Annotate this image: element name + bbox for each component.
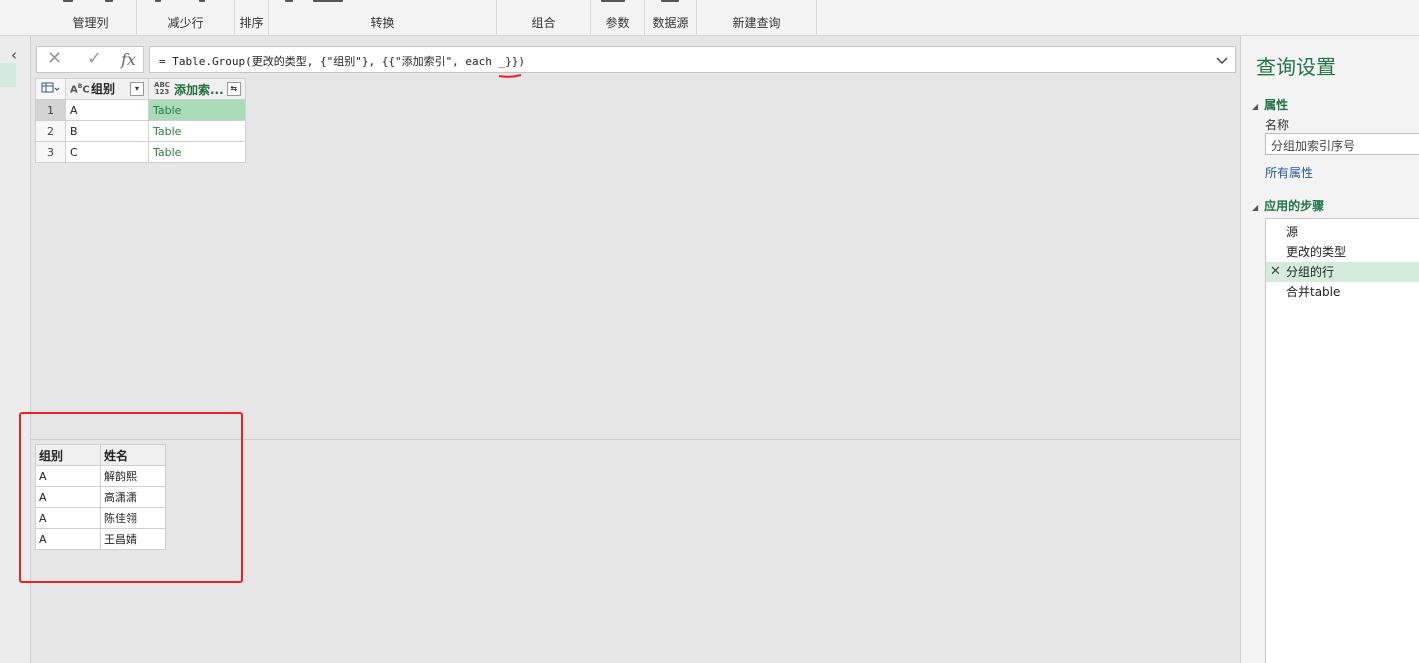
ribbon-group-label: 数据源 xyxy=(652,16,689,30)
ribbon-group-sort[interactable]: 排序 xyxy=(235,0,269,36)
collapse-triangle-icon[interactable]: ◢ xyxy=(1252,102,1258,111)
column-header-add-index[interactable]: ABC 123 添加索... ⇆ xyxy=(148,78,246,100)
row-number[interactable]: 1 xyxy=(35,99,66,121)
ribbon-group-combine[interactable]: 组合 xyxy=(497,0,591,36)
panel-title: 查询设置 xyxy=(1256,55,1336,79)
query-name-field[interactable]: 分组加索引序号 xyxy=(1265,133,1419,155)
row-number[interactable]: 2 xyxy=(35,120,66,142)
ribbon-group-label: 新建查询 xyxy=(732,16,781,30)
column-header-label: 组别 xyxy=(91,82,116,97)
properties-section-header[interactable]: ◢ 属性 xyxy=(1252,96,1288,113)
ribbon-group-label: 转换 xyxy=(370,16,395,30)
table-row[interactable]: 2 B Table xyxy=(35,120,246,142)
table-menu-icon[interactable] xyxy=(35,78,66,100)
section-label: 应用的步骤 xyxy=(1264,199,1325,213)
step-label: 分组的行 xyxy=(1286,265,1335,279)
step-label: 合并table xyxy=(1286,285,1341,299)
red-underline-annotation xyxy=(498,74,522,78)
table-row[interactable]: 1 A Table xyxy=(35,99,246,121)
step-item[interactable]: 更改的类型 xyxy=(1266,242,1419,262)
ribbon-group-parameters[interactable]: 参数 xyxy=(591,0,645,36)
step-item-active[interactable]: ✕ 分组的行 xyxy=(1266,262,1419,282)
chevron-down-icon[interactable] xyxy=(1215,50,1229,70)
ribbon-group-manage-columns[interactable]: 管理列 xyxy=(45,0,137,36)
all-properties-link[interactable]: 所有属性 xyxy=(1265,164,1313,181)
cell-group[interactable]: C xyxy=(65,141,149,163)
ribbon: 管理列 减少行 排序 转换 组合 参数 数据源 新建查询 xyxy=(0,0,1419,36)
ribbon-group-reduce-rows[interactable]: 减少行 xyxy=(137,0,235,36)
section-label: 属性 xyxy=(1264,98,1289,112)
confirm-icon[interactable]: ✓ xyxy=(87,48,102,69)
chevron-left-icon[interactable]: ‹ xyxy=(11,46,17,64)
ribbon-group-data-source[interactable]: 数据源 xyxy=(645,0,697,36)
ribbon-group-label: 减少行 xyxy=(167,16,204,30)
ribbon-group-label: 管理列 xyxy=(72,16,109,30)
collapse-triangle-icon[interactable]: ◢ xyxy=(1252,203,1258,212)
cell-table-link[interactable]: Table xyxy=(148,120,246,142)
any-type-icon[interactable]: ABC 123 xyxy=(153,82,171,96)
row-number[interactable]: 3 xyxy=(35,141,66,163)
red-highlight-box xyxy=(19,412,243,583)
cell-table-link[interactable]: Table xyxy=(148,99,246,121)
cell-table-link[interactable]: Table xyxy=(148,141,246,163)
step-item[interactable]: 源 xyxy=(1266,222,1419,242)
delete-step-icon[interactable]: ✕ xyxy=(1270,262,1281,282)
applied-steps-section-header[interactable]: ◢ 应用的步骤 xyxy=(1252,197,1324,214)
name-label: 名称 xyxy=(1265,118,1290,132)
ribbon-group-label: 排序 xyxy=(239,16,264,30)
formula-buttons: ✕ ✓ fx xyxy=(36,46,144,73)
data-grid: ABC 组别 ▾ ABC 123 添加索... ⇆ 1 A Table 2 B T… xyxy=(35,78,246,163)
expand-column-icon[interactable]: ⇆ xyxy=(226,82,241,96)
column-header-label: 添加索... xyxy=(174,82,224,97)
step-item[interactable]: 合并table xyxy=(1266,282,1419,302)
query-settings-panel: 查询设置 ◢ 属性 名称 分组加索引序号 所有属性 ◢ 应用的步骤 源 更改的类型 … xyxy=(1240,36,1419,663)
formula-input[interactable]: = Table.Group(更改的类型, {"组别"}, {{"添加索引", e… xyxy=(149,46,1236,73)
ribbon-group-new-query[interactable]: 新建查询 xyxy=(697,0,817,36)
step-label: 更改的类型 xyxy=(1286,245,1347,259)
column-header-group[interactable]: ABC 组别 ▾ xyxy=(65,78,149,100)
text-type-icon[interactable]: ABC xyxy=(70,80,90,97)
cancel-icon[interactable]: ✕ xyxy=(47,48,62,69)
applied-steps-list: 源 更改的类型 ✕ 分组的行 合并table xyxy=(1265,218,1419,663)
ribbon-group-transform[interactable]: 转换 xyxy=(269,0,497,36)
step-label: 源 xyxy=(1286,225,1299,239)
selected-query-marker[interactable] xyxy=(0,63,16,87)
fx-icon[interactable]: fx xyxy=(121,50,136,69)
table-row[interactable]: 3 C Table xyxy=(35,141,246,163)
cell-group[interactable]: B xyxy=(65,120,149,142)
ribbon-group-label: 参数 xyxy=(605,16,630,30)
formula-text[interactable]: = Table.Group(更改的类型, {"组别"}, {{"添加索引", e… xyxy=(159,53,525,69)
cell-group[interactable]: A xyxy=(65,99,149,121)
filter-dropdown-icon[interactable]: ▾ xyxy=(130,81,144,96)
ribbon-group-label: 组合 xyxy=(531,16,556,30)
